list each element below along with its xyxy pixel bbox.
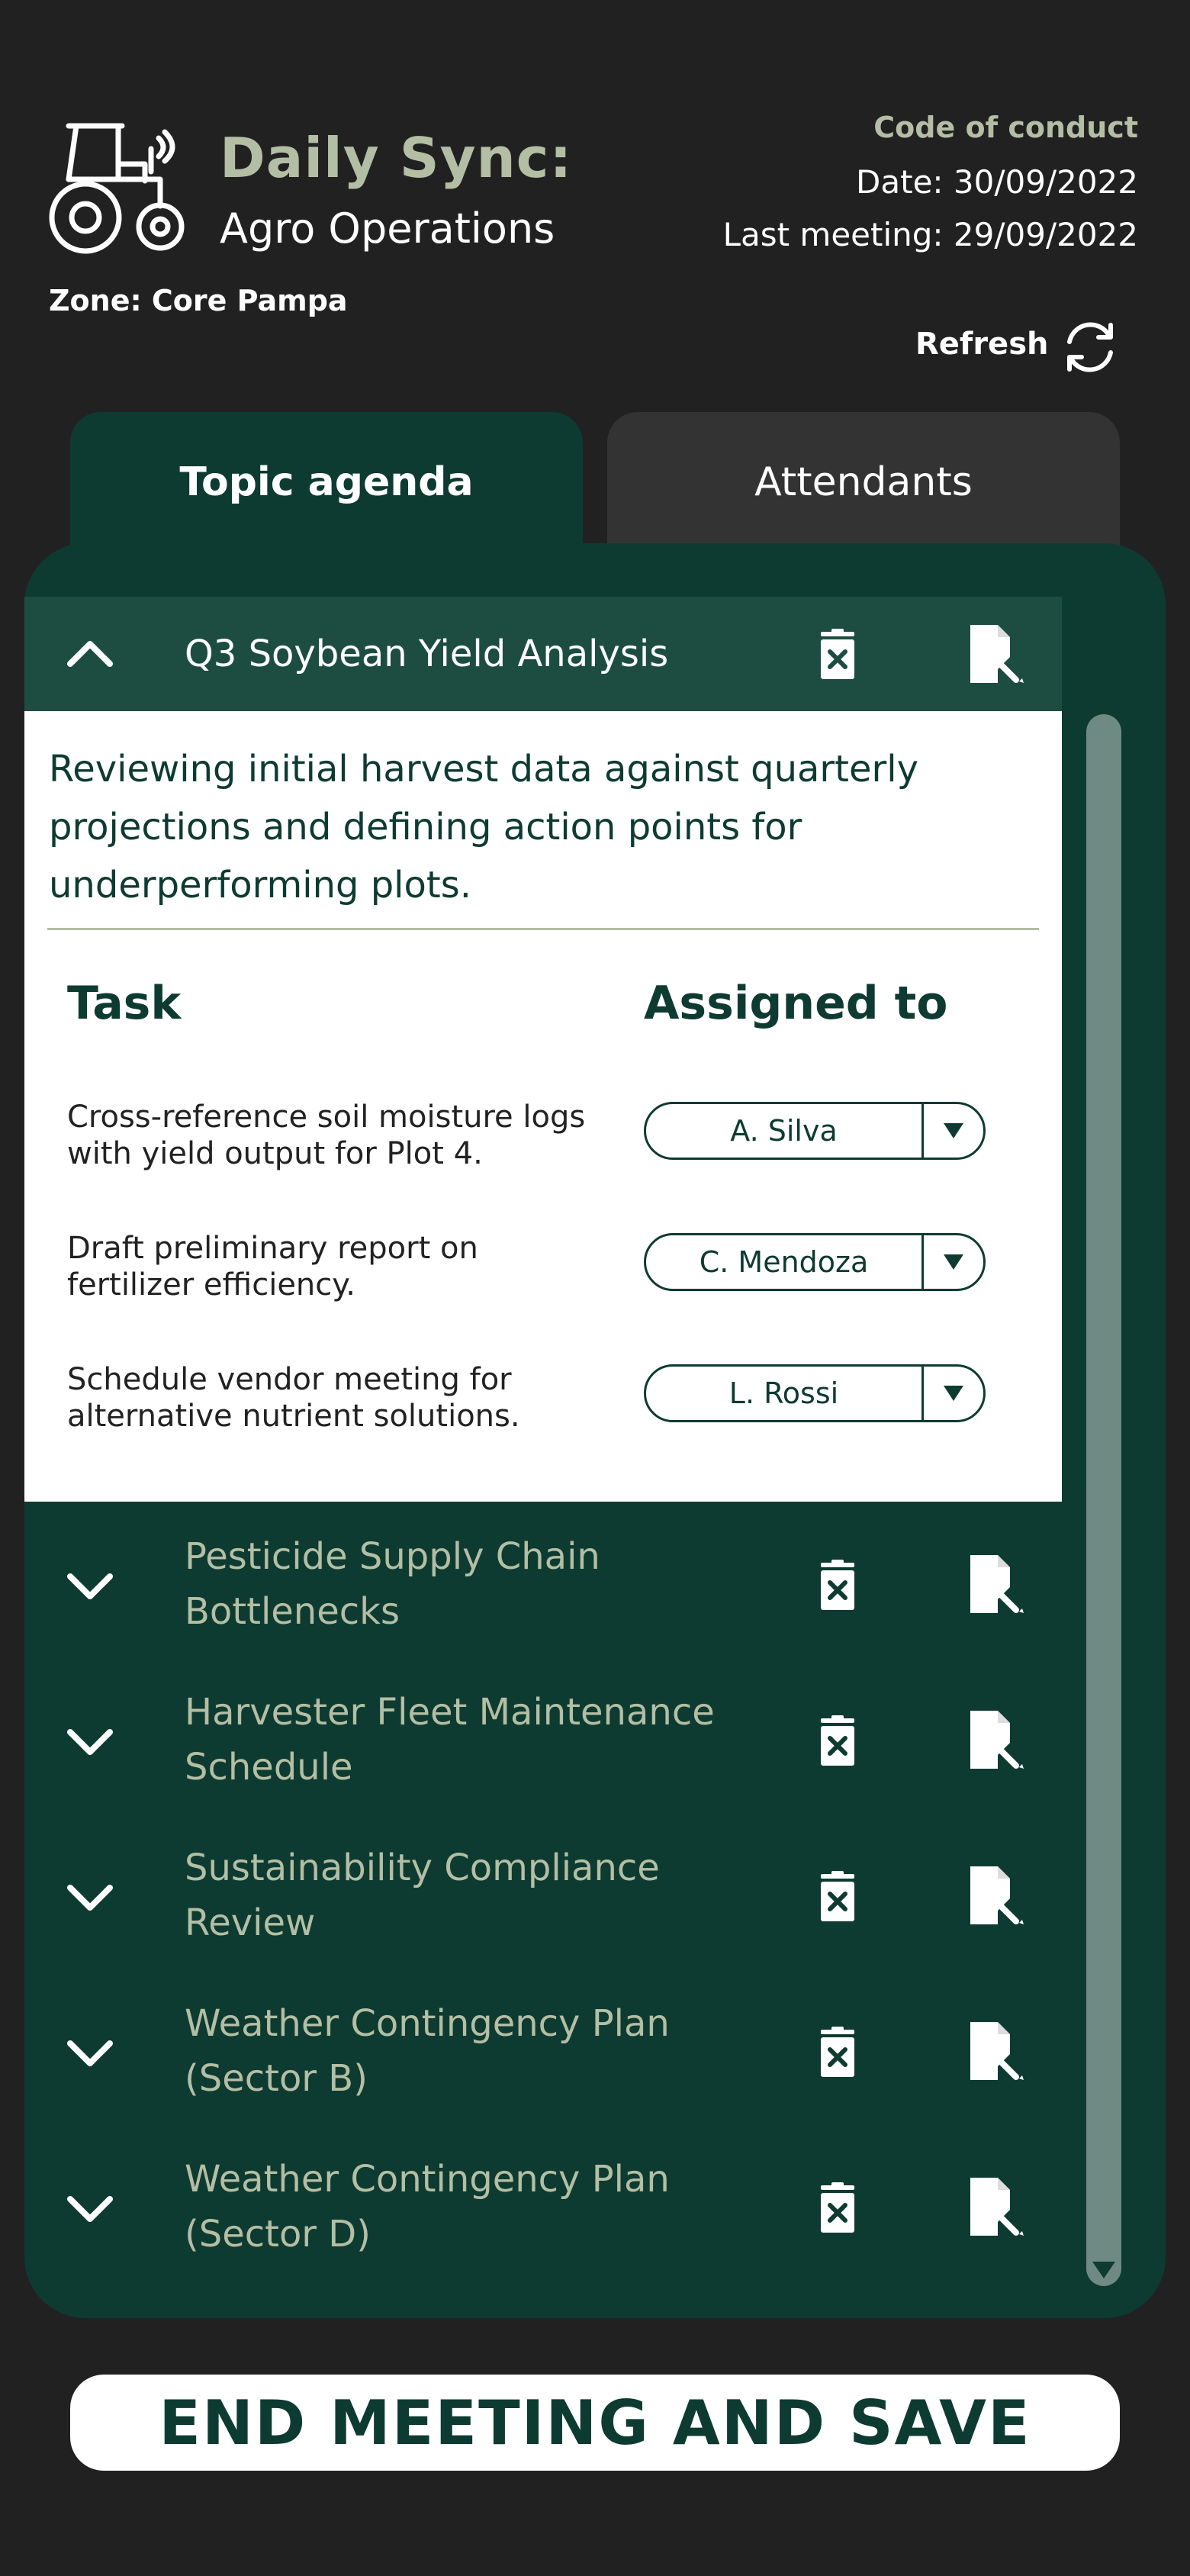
topic-title: Weather Contingency Plan (Sector D) bbox=[185, 2158, 670, 2256]
edit-document-icon[interactable] bbox=[967, 1554, 1025, 1615]
tractor-icon bbox=[49, 123, 185, 254]
scrollbar[interactable] bbox=[1086, 714, 1121, 2286]
tab-topic-agenda[interactable]: Topic agenda bbox=[70, 412, 583, 549]
assignee-value: L. Rossi bbox=[646, 1367, 924, 1420]
scroll-down-arrow-icon[interactable] bbox=[1089, 2259, 1118, 2281]
topic-title: Weather Contingency Plan (Sector B) bbox=[185, 2002, 670, 2100]
chevron-down-icon[interactable] bbox=[63, 1714, 117, 1769]
topic-header[interactable]: Q3 Soybean Yield Analysis bbox=[24, 597, 1062, 711]
task-column-header: Task bbox=[67, 977, 182, 1030]
refresh-icon[interactable] bbox=[1056, 313, 1124, 382]
topic-header[interactable]: Sustainability Compliance Review bbox=[24, 1840, 1062, 1955]
topic-details: Reviewing initial harvest data against q… bbox=[24, 711, 1062, 1502]
task-text: Schedule vendor meeting for alternative … bbox=[67, 1362, 520, 1434]
chevron-down-icon[interactable] bbox=[63, 2181, 117, 2236]
edit-document-icon[interactable] bbox=[967, 2176, 1025, 2237]
page-subtitle: Agro Operations bbox=[220, 204, 555, 253]
chevron-down-icon[interactable] bbox=[63, 2025, 117, 2080]
task-text: Cross-reference soil moisture logs with … bbox=[67, 1100, 586, 1171]
last-meeting-date: Last meeting: 29/09/2022 bbox=[722, 216, 1138, 253]
chevron-down-icon bbox=[944, 1123, 963, 1138]
assignee-value: A. Silva bbox=[646, 1104, 924, 1158]
tab-attendants[interactable]: Attendants bbox=[607, 412, 1120, 549]
assignee-value: C. Mendoza bbox=[646, 1235, 924, 1289]
divider bbox=[47, 928, 1039, 930]
assignee-select[interactable]: C. Mendoza bbox=[644, 1233, 986, 1291]
chevron-down-icon bbox=[944, 1254, 963, 1270]
topic-header[interactable]: Pesticide Supply Chain Bottlenecks bbox=[24, 1529, 1062, 1644]
trash-icon[interactable] bbox=[815, 629, 860, 681]
assignee-select[interactable]: L. Rossi bbox=[644, 1364, 986, 1422]
assigned-column-header: Assigned to bbox=[644, 977, 948, 1030]
edit-document-icon[interactable] bbox=[967, 1709, 1025, 1770]
chevron-down-icon[interactable] bbox=[63, 1558, 117, 1613]
topic-header[interactable]: Weather Contingency Plan (Sector B) bbox=[24, 1996, 1062, 2111]
trash-icon[interactable] bbox=[815, 2182, 860, 2234]
topic-header[interactable]: Weather Contingency Plan (Sector D) bbox=[24, 2152, 1062, 2266]
end-meeting-button[interactable]: END MEETING AND SAVE bbox=[70, 2375, 1120, 2471]
trash-icon[interactable] bbox=[815, 1871, 860, 1923]
topic-list: Q3 Soybean Yield Analysis Reviewing init… bbox=[24, 597, 1062, 2275]
edit-document-icon[interactable] bbox=[967, 623, 1025, 684]
zone-label: Zone: Core Pampa bbox=[49, 284, 348, 317]
chevron-down-icon[interactable] bbox=[63, 1869, 117, 1924]
code-of-conduct-link[interactable]: Code of conduct bbox=[873, 111, 1138, 144]
topic-title: Pesticide Supply Chain Bottlenecks bbox=[185, 1535, 600, 1633]
trash-icon[interactable] bbox=[815, 1715, 860, 1767]
topic-header[interactable]: Harvester Fleet Maintenance Schedule bbox=[24, 1685, 1062, 1799]
chevron-down-icon bbox=[944, 1386, 963, 1401]
trash-icon[interactable] bbox=[815, 2027, 860, 2079]
edit-document-icon[interactable] bbox=[967, 2021, 1025, 2082]
chevron-up-icon[interactable] bbox=[63, 627, 117, 682]
topic-title: Harvester Fleet Maintenance Schedule bbox=[185, 1691, 715, 1789]
meeting-date: Date: 30/09/2022 bbox=[856, 163, 1138, 201]
assignee-select[interactable]: A. Silva bbox=[644, 1102, 986, 1160]
edit-document-icon[interactable] bbox=[967, 1865, 1025, 1926]
header: Daily Sync: Agro Operations Zone: Core P… bbox=[0, 0, 1190, 397]
page-title: Daily Sync: bbox=[220, 126, 573, 190]
task-text: Draft preliminary report on fertilizer e… bbox=[67, 1231, 478, 1302]
topic-description: Reviewing initial harvest data against q… bbox=[49, 748, 918, 906]
refresh-label: Refresh bbox=[915, 327, 1049, 362]
topic-title: Sustainability Compliance Review bbox=[185, 1847, 660, 1944]
topic-title: Q3 Soybean Yield Analysis bbox=[185, 633, 669, 675]
trash-icon[interactable] bbox=[815, 1560, 860, 1612]
